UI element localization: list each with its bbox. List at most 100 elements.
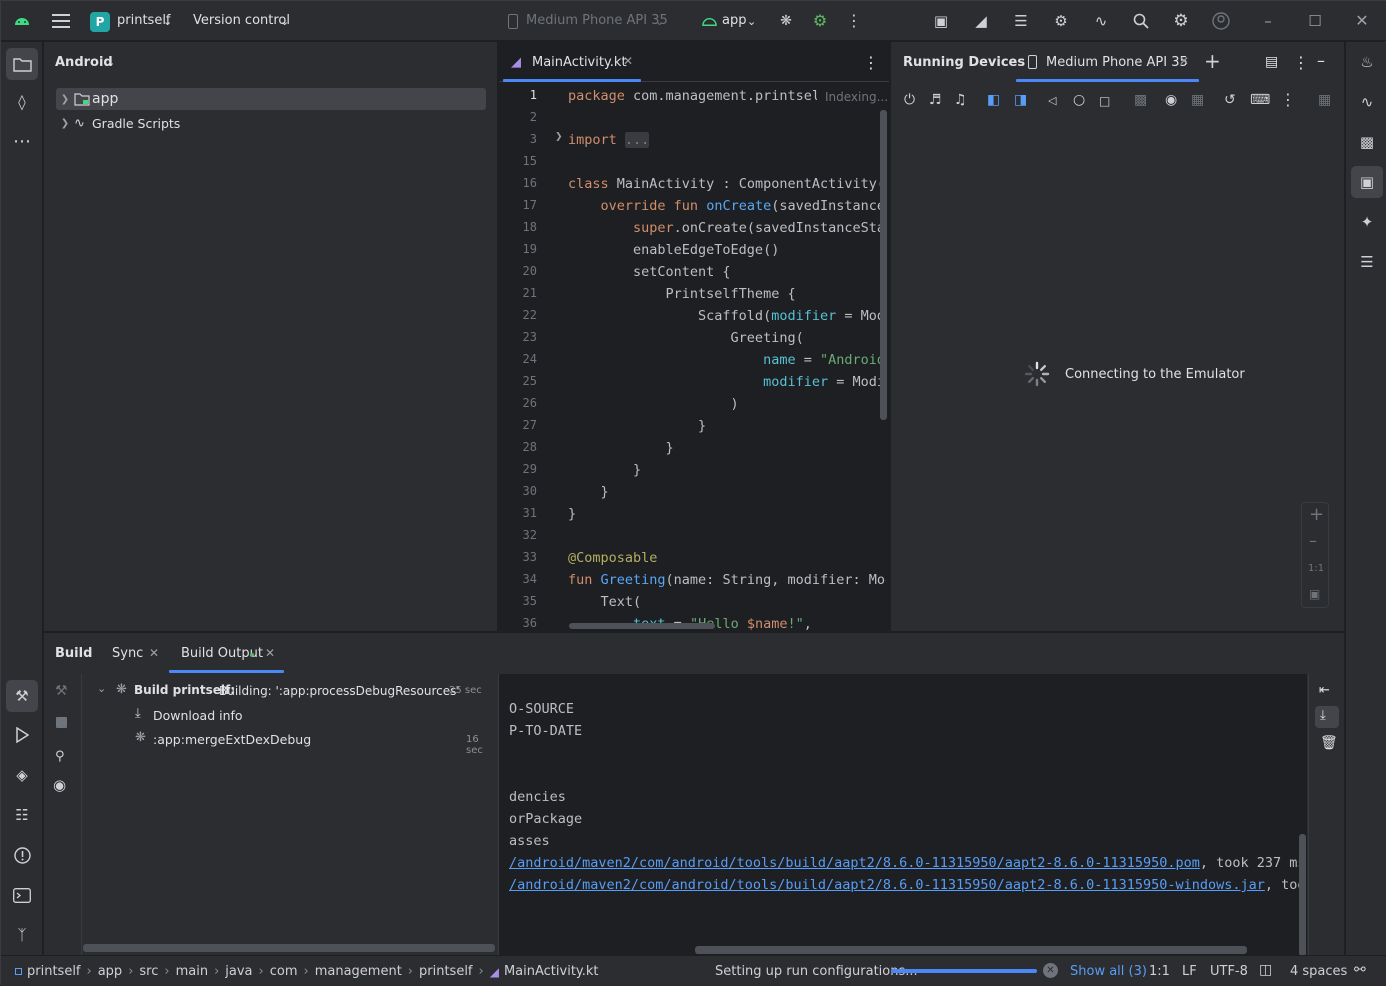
running-devices-tool-button[interactable]: ▣: [1351, 166, 1383, 198]
breadcrumb-item[interactable]: com: [270, 964, 298, 979]
breadcrumb-item[interactable]: java: [225, 964, 252, 979]
readme-icon[interactable]: ◫: [1259, 962, 1272, 978]
cancel-task-icon[interactable]: ✕: [1043, 963, 1058, 978]
close-tab-icon[interactable]: ✕: [265, 646, 275, 660]
more-vertical-icon[interactable]: ⋮: [1293, 53, 1309, 72]
zoom-in-icon[interactable]: +: [1309, 504, 1324, 525]
code-line[interactable]: }: [568, 481, 609, 503]
soft-wrap-icon[interactable]: ⇤: [1319, 683, 1330, 698]
breadcrumb-item[interactable]: printself: [419, 964, 473, 979]
device-selector[interactable]: Medium Phone API 35: [526, 13, 668, 28]
breadcrumb-item[interactable]: printself: [27, 964, 81, 979]
device-tab[interactable]: Medium Phone API 35: [1046, 55, 1188, 70]
console-link[interactable]: /android/maven2/com/android/tools/build/…: [509, 877, 1265, 893]
code-line[interactable]: }: [568, 437, 674, 459]
back-icon[interactable]: ◁: [1048, 94, 1056, 107]
device-manager-icon[interactable]: ▣: [931, 11, 951, 31]
screenshot-camera-icon[interactable]: ◉: [1165, 92, 1177, 108]
search-icon[interactable]: [1131, 11, 1151, 31]
chevron-down-icon[interactable]: ⌄: [97, 682, 106, 695]
download-info-item[interactable]: Download info: [153, 708, 243, 723]
code-line[interactable]: ): [568, 393, 739, 415]
scroll-to-end-button[interactable]: ⤓: [1315, 706, 1339, 728]
vertical-scrollbar[interactable]: [1299, 834, 1306, 956]
zoom-out-icon[interactable]: –: [1309, 531, 1317, 550]
tree-item-app[interactable]: ❯ app: [56, 88, 486, 110]
more-vertical-icon[interactable]: ⋮: [845, 11, 863, 31]
mirror-icon[interactable]: ▦: [1318, 92, 1331, 108]
tab-sync[interactable]: Sync: [112, 646, 143, 661]
code-line[interactable]: setContent {: [568, 261, 731, 283]
maximize-window-icon[interactable]: ☐: [1306, 11, 1324, 31]
editor-tab-mainactivity[interactable]: MainActivity.kt: [532, 55, 627, 70]
code-line[interactable]: }: [568, 503, 576, 525]
gem-icon[interactable]: ◈: [12, 765, 32, 785]
more-vertical-icon[interactable]: ⋮: [863, 53, 879, 72]
fold-chevron-icon[interactable]: ❯: [555, 132, 563, 142]
build-root-detail[interactable]: Building: ':app:processDebugResources': [219, 684, 460, 698]
main-menu-icon[interactable]: [51, 11, 71, 31]
gemini-sparkle-icon[interactable]: ✦: [1357, 212, 1377, 232]
profiler-icon[interactable]: ∿: [1091, 11, 1111, 31]
debug-bug-icon[interactable]: ⚙: [811, 11, 829, 31]
horizontal-scrollbar[interactable]: [695, 946, 1247, 954]
code-line[interactable]: fun Greeting(name: String, modifier: Mod: [568, 569, 886, 591]
structure-list-icon[interactable]: ☰: [1357, 252, 1377, 272]
close-tab-icon[interactable]: ✕: [623, 54, 633, 68]
rotate-right-icon[interactable]: ◨: [1014, 92, 1027, 108]
add-device-icon[interactable]: +: [1204, 49, 1221, 73]
code-line[interactable]: modifier = Modif: [568, 371, 886, 393]
build-task-item[interactable]: :app:mergeExtDexDebug: [153, 732, 311, 747]
clear-trash-icon[interactable]: 🗑: [1320, 735, 1338, 751]
indent-setting[interactable]: 4 spaces: [1290, 964, 1347, 979]
snapshot-icon[interactable]: ↺: [1224, 92, 1236, 108]
minimize-window-icon[interactable]: –: [1259, 11, 1277, 31]
project-tool-button[interactable]: [6, 48, 38, 80]
breadcrumb-item[interactable]: management: [315, 964, 402, 979]
line-separator[interactable]: LF: [1182, 964, 1197, 979]
stop-icon[interactable]: [56, 717, 67, 728]
lock-icon[interactable]: ⚯: [1354, 962, 1366, 978]
home-icon[interactable]: ○: [1073, 92, 1085, 108]
version-control-dropdown[interactable]: Version control: [193, 13, 290, 28]
code-line[interactable]: @Composable: [568, 547, 657, 569]
more-vertical-icon[interactable]: ⋮: [1280, 90, 1296, 109]
notifications-bell-icon[interactable]: ♨: [1357, 52, 1377, 72]
run-config-dropdown[interactable]: app: [722, 13, 746, 28]
logcat-icon[interactable]: ☷: [12, 805, 32, 825]
breadcrumb-item[interactable]: app: [98, 964, 122, 979]
git-branch-icon[interactable]: ᛉ: [12, 925, 32, 945]
project-badge[interactable]: P: [90, 12, 110, 32]
gradle-icon[interactable]: ∿: [1357, 92, 1377, 112]
code-line[interactable]: override fun onCreate(savedInstanceState: [568, 195, 886, 217]
device-file-icon[interactable]: ▩: [1357, 132, 1377, 152]
layout-inspector-icon[interactable]: ☰: [1011, 11, 1031, 31]
code-line[interactable]: }: [568, 459, 641, 481]
more-horizontal-icon[interactable]: ⋯: [12, 132, 32, 152]
code-line[interactable]: class MainActivity : ComponentActivity(): [568, 173, 886, 195]
rotate-left-icon[interactable]: ◧: [987, 92, 1000, 108]
app-inspection-icon[interactable]: ⚙: [1051, 11, 1071, 31]
eye-icon[interactable]: ◉: [53, 776, 66, 794]
pin-icon[interactable]: ⚲: [55, 749, 65, 764]
background-task-label[interactable]: Setting up run configurations...: [715, 964, 918, 979]
overview-icon[interactable]: □: [1099, 94, 1110, 108]
project-view-selector[interactable]: Android: [55, 55, 113, 70]
show-all-tasks-link[interactable]: Show all (3): [1070, 964, 1147, 979]
console-link[interactable]: /android/maven2/com/android/tools/build/…: [509, 855, 1200, 871]
code-line[interactable]: Text(: [568, 591, 642, 613]
code-line[interactable]: Scaffold(modifier = Modi: [568, 305, 886, 327]
volume-down-icon[interactable]: ♫: [954, 92, 967, 108]
volume-up-icon[interactable]: ♬: [929, 92, 942, 108]
caret-position[interactable]: 1:1: [1149, 964, 1170, 979]
code-line[interactable]: Greeting(: [568, 327, 804, 349]
window-layout-icon[interactable]: ▤: [1265, 54, 1278, 70]
horizontal-scrollbar[interactable]: [569, 623, 715, 629]
settings-gear-icon[interactable]: ⚙: [1171, 11, 1191, 31]
terminal-icon[interactable]: [12, 885, 32, 905]
close-tab-icon[interactable]: ✕: [1179, 54, 1189, 68]
vertical-scrollbar[interactable]: [880, 110, 887, 420]
breadcrumb-item[interactable]: MainActivity.kt: [504, 964, 599, 979]
horizontal-scrollbar[interactable]: [83, 944, 495, 952]
hide-panel-icon[interactable]: –: [1317, 51, 1325, 70]
